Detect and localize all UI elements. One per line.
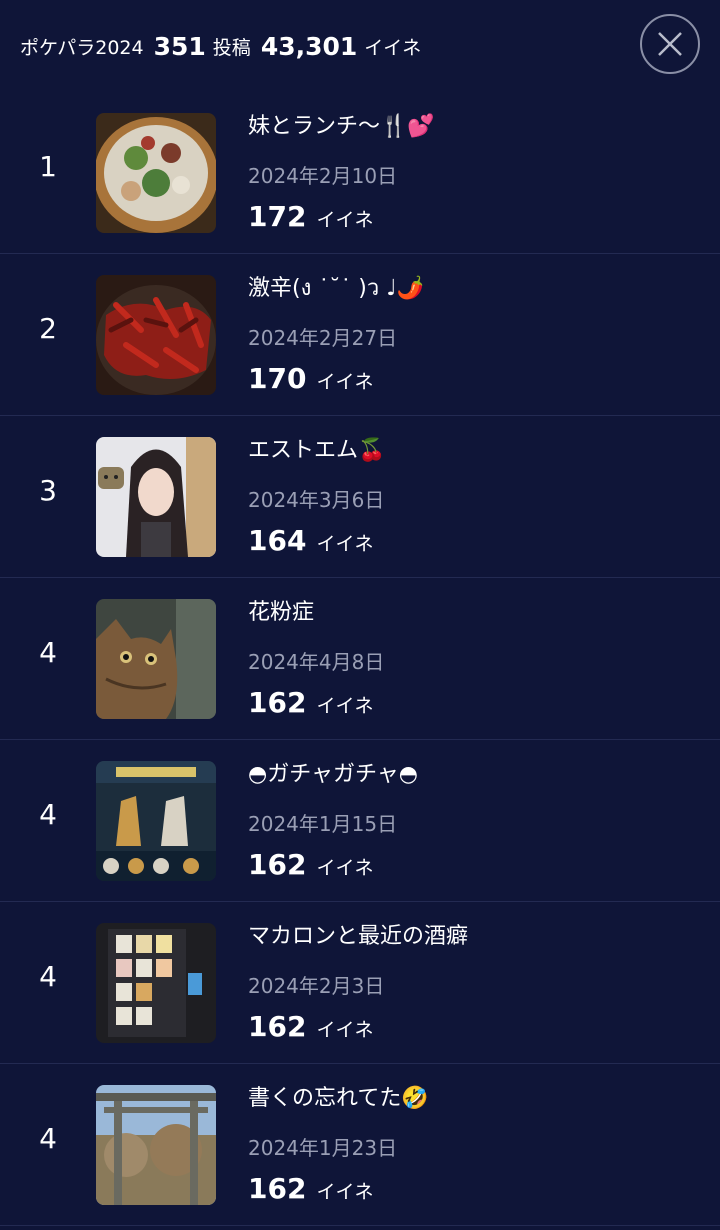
like-count: 162 [248,686,307,719]
rank-number: 4 [39,1122,57,1155]
like-count: 162 [248,1010,307,1043]
post-row[interactable]: 4 ◓ガチャガチャ◓ 2024年1月15日 162 イイネ [0,740,720,902]
rank-number: 4 [39,960,57,993]
post-count: 351 [153,31,206,61]
post-row[interactable]: 2 激辛(ง ˙˘˙ )ว ♩🌶️ 2024年2月27日 170 イイネ [0,254,720,416]
like-count: 162 [248,1172,307,1205]
post-date: 2024年4月8日 [248,650,385,674]
post-date: 2024年2月3日 [248,974,385,998]
post-title: 花粉症 [248,600,315,625]
post-title: 書くの忘れてた🤣 [248,1086,429,1111]
like-label: イイネ [316,695,374,717]
post-title: エストエム🍒 [248,438,386,463]
post-row[interactable]: 4 花粉症 2024年4月8日 162 イイネ [0,578,720,740]
post-title: 激辛(ง ˙˘˙ )ว ♩🌶️ [248,276,425,301]
like-label: イイネ [316,1181,374,1203]
like-count: 164 [248,524,307,557]
post-date: 2024年1月15日 [248,812,398,836]
rank-number: 4 [39,636,57,669]
rank-number: 1 [39,150,57,183]
post-thumbnail-vending-machine[interactable] [96,923,216,1043]
post-title: マカロンと最近の酒癖 [248,924,469,949]
like-info: 162 イイネ [248,1172,373,1205]
post-date: 2024年1月23日 [248,1136,398,1160]
rank-number: 2 [39,312,57,345]
post-thumbnail-gacha-figures[interactable] [96,761,216,881]
like-label: イイネ [316,371,374,393]
post-row[interactable]: 4 マカロンと最近の酒癖 2024年2月3日 162 イイネ [0,902,720,1064]
post-date: 2024年2月27日 [248,326,398,350]
like-info: 162 イイネ [248,1010,373,1043]
close-button[interactable] [640,14,700,74]
total-like-unit: イイネ [364,36,422,59]
post-thumbnail-portrait[interactable] [96,437,216,557]
post-title: 妹とランチ〜🍴💕 [248,114,435,139]
header: ポケパラ2024 351 投稿 43,301 イイネ [0,0,720,92]
post-row[interactable]: 4 書くの忘れてた🤣 2024年1月23日 162 イイネ [0,1064,720,1226]
like-label: イイネ [316,533,374,555]
post-thumbnail-cat[interactable] [96,599,216,719]
total-like-count: 43,301 [260,31,358,61]
like-info: 172 イイネ [248,200,373,233]
post-thumbnail-chili-dish[interactable] [96,275,216,395]
like-info: 170 イイネ [248,362,373,395]
like-info: 164 イイネ [248,524,373,557]
post-date: 2024年2月10日 [248,164,398,188]
like-count: 170 [248,362,307,395]
rank-number: 4 [39,798,57,831]
post-ranking-list: 1 妹とランチ〜🍴💕 2024年2月10日 172 イイネ 2 激辛(ง ˙˘˙… [0,92,720,1226]
like-count: 162 [248,848,307,881]
post-thumbnail-salad-bowl[interactable] [96,113,216,233]
like-label: イイネ [316,209,374,231]
post-date: 2024年3月6日 [248,488,385,512]
post-title: ◓ガチャガチャ◓ [248,762,418,787]
post-thumbnail-torii-gate[interactable] [96,1085,216,1205]
rank-number: 3 [39,474,57,507]
like-label: イイネ [316,857,374,879]
post-row[interactable]: 3 エストエム🍒 2024年3月6日 164 イイネ [0,416,720,578]
app-name: ポケパラ2024 [20,36,144,59]
like-label: イイネ [316,1019,374,1041]
like-count: 172 [248,200,307,233]
like-info: 162 イイネ [248,686,373,719]
like-info: 162 イイネ [248,848,373,881]
post-row[interactable]: 1 妹とランチ〜🍴💕 2024年2月10日 172 イイネ [0,92,720,254]
post-count-unit: 投稿 [212,36,251,59]
close-icon [658,32,682,56]
